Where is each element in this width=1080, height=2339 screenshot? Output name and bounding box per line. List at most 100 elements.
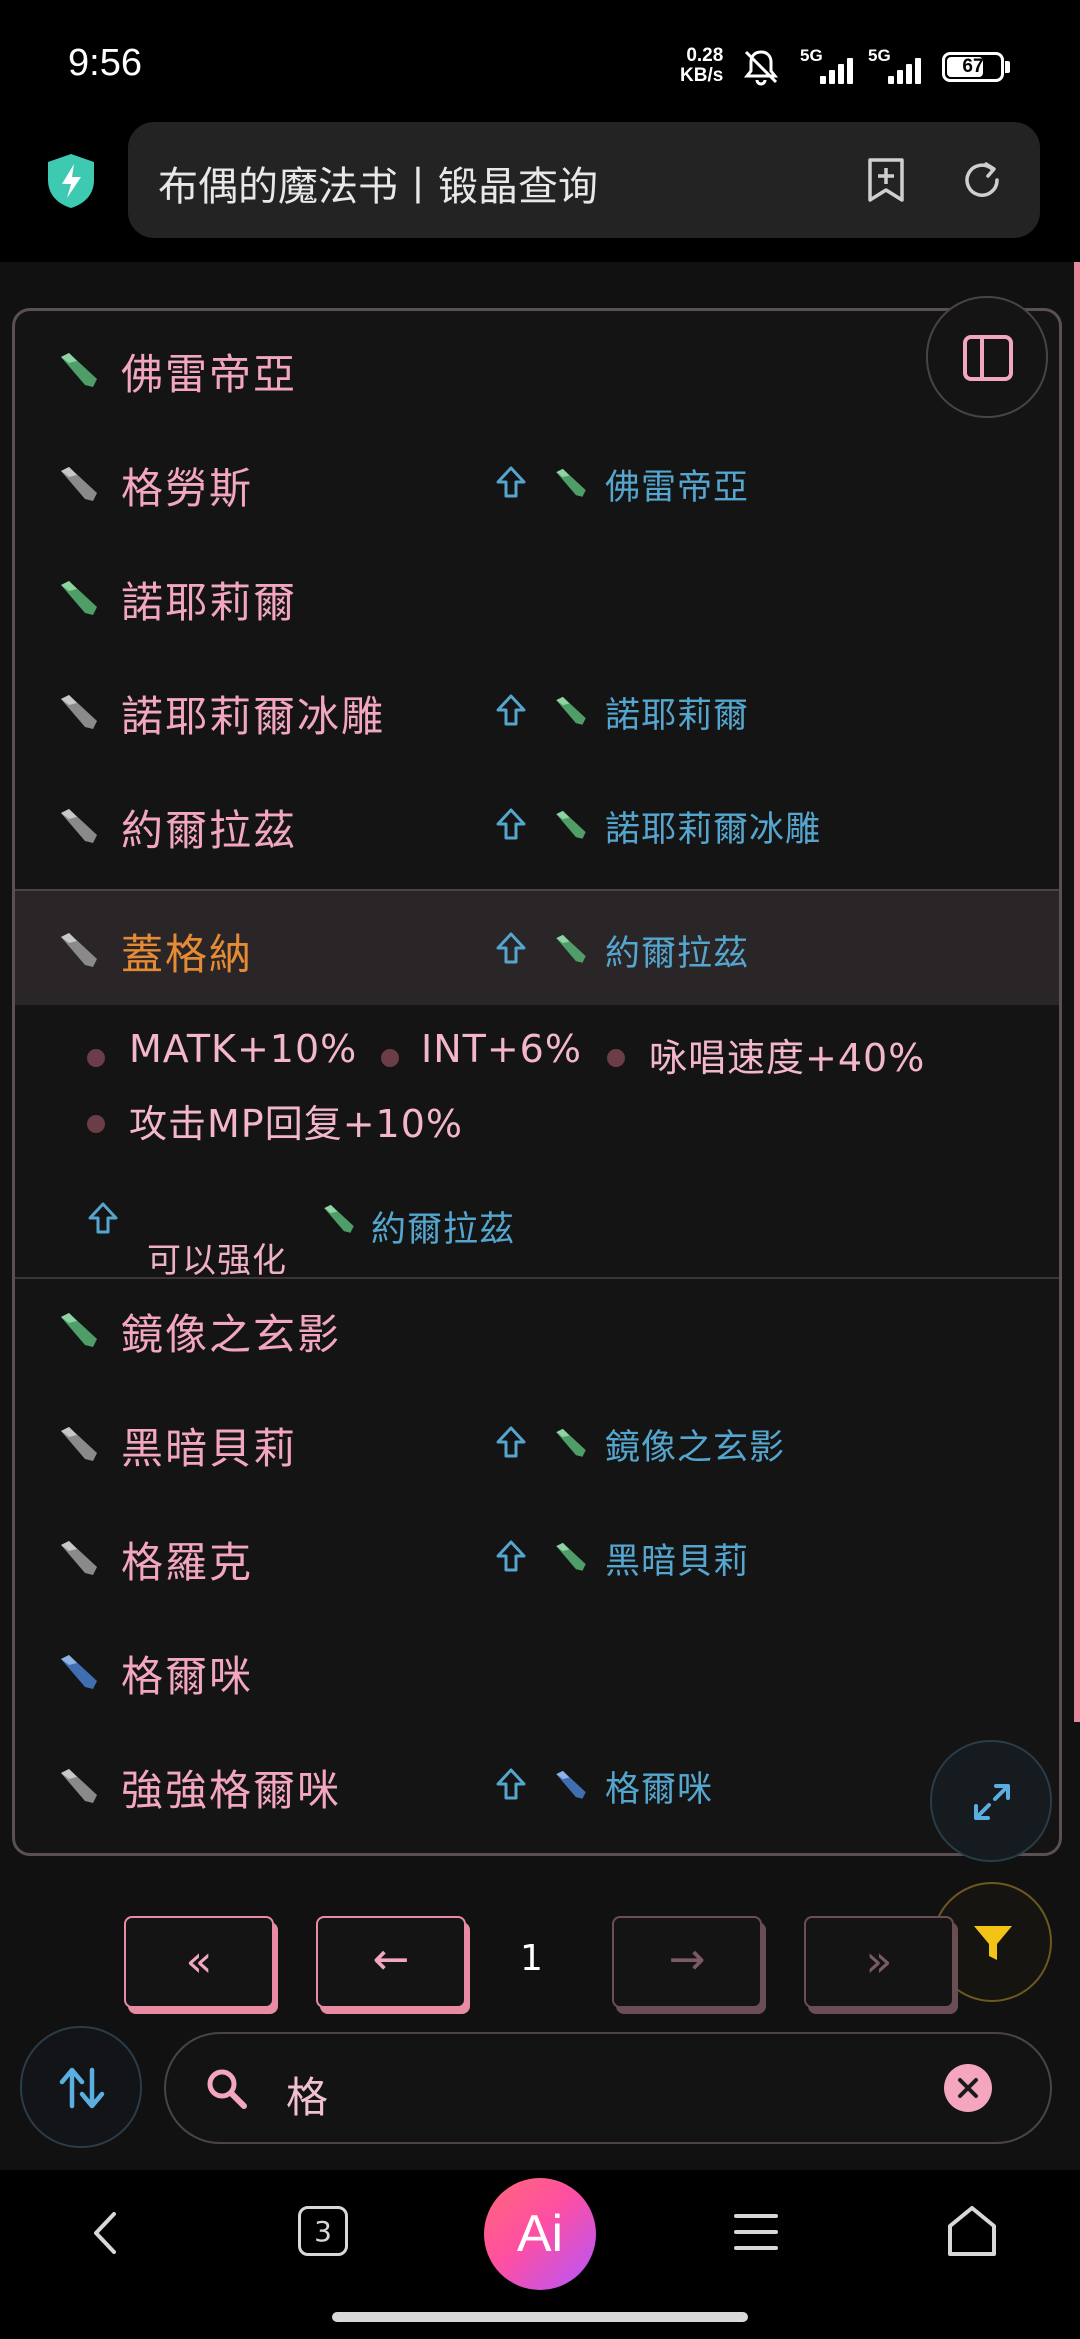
upgrade-link[interactable]: 諾耶莉爾 (605, 687, 749, 738)
sort-icon (59, 2067, 105, 2109)
last-page-label: » (865, 1936, 893, 1987)
ai-assistant-button[interactable]: Ai (484, 2178, 596, 2290)
blue-crystal-icon (61, 1655, 97, 1689)
upgrade-link[interactable]: 黑暗貝莉 (605, 1533, 749, 1584)
list-item[interactable]: 格勞斯 佛雷帝亞 (15, 425, 1059, 539)
upgrade-arrow-icon (496, 1540, 526, 1572)
upgrade-arrow-icon (496, 694, 526, 726)
upgrade-link[interactable]: 佛雷帝亞 (605, 459, 749, 510)
list-item[interactable]: 格羅克 黑暗貝莉 (15, 1499, 1059, 1613)
expand-button[interactable] (930, 1740, 1052, 1862)
list-item[interactable]: 約爾拉茲 諾耶莉爾冰雕 (15, 767, 1059, 881)
green-crystal-icon (556, 1428, 586, 1457)
green-crystal-icon (556, 934, 586, 963)
upgrade-arrow-icon (496, 1768, 526, 1800)
crystal-name: 諾耶莉爾 (121, 578, 298, 627)
first-page-button[interactable]: « (124, 1916, 274, 2008)
stat-bullet (87, 1115, 105, 1133)
current-page: 1 (520, 1938, 543, 1979)
crystal-name: 佛雷帝亞 (121, 350, 298, 399)
scrollbar[interactable] (1074, 262, 1080, 1722)
mute-icon (743, 50, 779, 86)
battery-icon: 67 (942, 52, 1004, 82)
list-item[interactable]: 鏡像之玄影 (15, 1271, 1059, 1385)
next-page-label: → (668, 1934, 706, 1985)
gray-crystal-icon (61, 695, 97, 729)
crystal-name: 鏡像之玄影 (121, 1310, 342, 1359)
green-crystal-icon (556, 468, 586, 497)
address-bar[interactable]: 布偶的魔法书丨锻晶查询 (128, 122, 1040, 238)
add-bookmark-icon[interactable] (856, 150, 916, 210)
network-speed-value: 0.28 (686, 45, 724, 66)
green-crystal-icon (324, 1204, 354, 1233)
list-item[interactable]: 佛雷帝亞 (15, 311, 1059, 425)
battery-level: 67 (962, 56, 984, 77)
gray-crystal-icon (61, 1769, 97, 1803)
upgrade-arrow-icon (496, 808, 526, 840)
green-crystal-icon (61, 353, 97, 387)
refine-target-link[interactable]: 約爾拉茲 (371, 1201, 515, 1252)
first-page-label: « (185, 1936, 213, 1987)
battery-tip (1005, 61, 1010, 73)
tabs-count: 3 (314, 2215, 332, 2248)
status-time: 9:56 (68, 42, 142, 84)
list-item[interactable]: 諾耶莉爾冰雕 諾耶莉爾 (15, 653, 1059, 767)
home-icon[interactable] (944, 2202, 1000, 2260)
crystal-list: 佛雷帝亞 格勞斯 佛雷帝亞 諾耶莉爾 諾耶莉爾冰雕 諾耶莉爾 約爾拉茲 諾耶莉爾… (12, 308, 1062, 1856)
list-item[interactable]: 強強格爾咪 格爾咪 (15, 1727, 1059, 1841)
home-indicator[interactable] (332, 2312, 748, 2322)
stat-bullet (381, 1049, 399, 1067)
crystal-name: 蓋格納 (121, 930, 254, 979)
crystal-name: 強強格爾咪 (121, 1766, 342, 1815)
upgrade-link[interactable]: 諾耶莉爾冰雕 (605, 801, 821, 852)
stat-item: 攻击MP回复+10% (129, 1102, 464, 1146)
gray-crystal-icon (61, 1427, 97, 1461)
upgrade-link[interactable]: 約爾拉茲 (605, 925, 749, 976)
list-item[interactable]: 諾耶莉爾 (15, 539, 1059, 653)
upgrade-link[interactable]: 鏡像之玄影 (605, 1419, 785, 1470)
network-speed: 0.28 KB/s (680, 46, 723, 86)
green-crystal-icon (556, 810, 586, 839)
crystal-detail-panel: MATK+10% INT+6% 咏唱速度+40% 攻击MP回复+10% 可以强化… (15, 1005, 1059, 1281)
list-item[interactable]: 黑暗貝莉 鏡像之玄影 (15, 1385, 1059, 1499)
search-icon (207, 2069, 247, 2109)
search-input[interactable]: 格 (164, 2032, 1052, 2144)
clear-search-button[interactable] (944, 2064, 992, 2112)
gray-crystal-icon (61, 467, 97, 501)
green-crystal-icon (61, 1313, 97, 1347)
gray-crystal-icon (61, 1541, 97, 1575)
network-speed-unit: KB/s (680, 65, 724, 86)
crystal-name: 格勞斯 (121, 464, 254, 513)
green-crystal-icon (556, 1542, 586, 1571)
stat-item: INT+6% (421, 1027, 582, 1071)
menu-icon[interactable] (732, 2208, 780, 2256)
prev-page-button[interactable]: ← (316, 1916, 466, 2008)
refine-label: 可以强化 (147, 1241, 287, 1281)
search-value[interactable]: 格 (286, 2064, 328, 2125)
upgrade-link[interactable]: 格爾咪 (605, 1761, 713, 1812)
crystal-name: 諾耶莉爾冰雕 (121, 692, 386, 741)
expand-icon (974, 1784, 1010, 1820)
security-shield-icon[interactable] (40, 150, 102, 212)
sort-button[interactable] (20, 2026, 142, 2148)
back-icon[interactable] (86, 2208, 126, 2258)
upgrade-arrow-icon (496, 466, 526, 498)
blue-crystal-icon (556, 1770, 586, 1799)
signal-icon-sim1: 5G (800, 46, 864, 86)
crystal-name: 黑暗貝莉 (121, 1424, 298, 1473)
reload-icon[interactable] (952, 150, 1012, 210)
stat-bullet (87, 1049, 105, 1067)
tabs-button[interactable]: 3 (298, 2206, 348, 2256)
crystal-name: 約爾拉茲 (121, 806, 298, 855)
green-crystal-icon (556, 696, 586, 725)
list-item[interactable]: 格爾咪 (15, 1613, 1059, 1727)
gray-crystal-icon (61, 809, 97, 843)
sidebar-toggle-button[interactable] (926, 296, 1048, 418)
next-page-button[interactable]: → (612, 1916, 762, 2008)
list-item[interactable]: 蓋格納 約爾拉茲 (15, 889, 1059, 1005)
crystal-name: 格羅克 (121, 1538, 254, 1587)
last-page-button[interactable]: » (804, 1916, 954, 2008)
sidebar-icon (963, 335, 1013, 381)
page-title[interactable]: 布偶的魔法书丨锻晶查询 (158, 154, 598, 212)
green-crystal-icon (61, 581, 97, 615)
